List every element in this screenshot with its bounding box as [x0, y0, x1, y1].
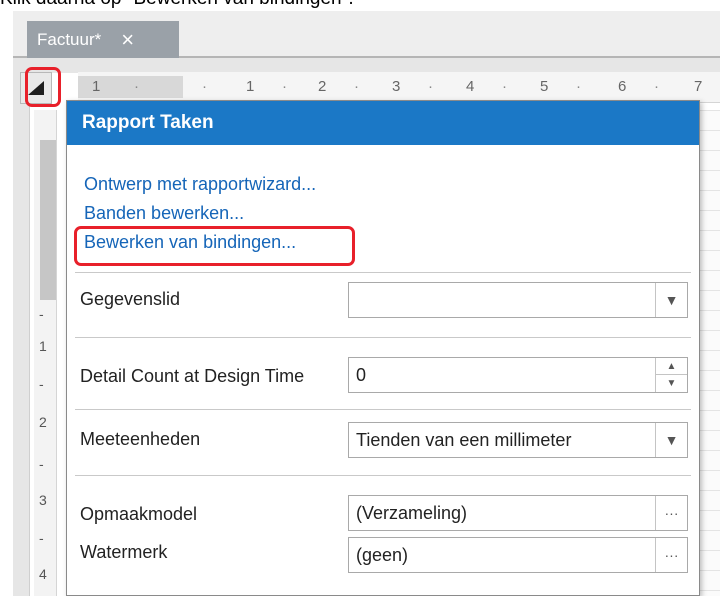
ellipsis-icon[interactable]: ···	[655, 538, 687, 572]
ruler-mark: 5	[540, 78, 549, 95]
ruler-mark: ·	[576, 78, 581, 95]
ruler-mark: 3	[39, 492, 47, 508]
ruler-mark: -	[39, 530, 44, 546]
divider	[75, 475, 691, 476]
vertical-ruler: - 1 - 2 - 3 - 4	[34, 110, 57, 596]
divider	[75, 272, 691, 273]
bindings-link-highlight	[74, 226, 355, 266]
data-member-dropdown[interactable]: ▼	[348, 282, 688, 318]
detail-count-label: Detail Count at Design Time	[80, 366, 305, 386]
ruler-mark: ·	[354, 78, 359, 95]
ruler-mark: 2	[39, 414, 47, 430]
ellipsis-icon[interactable]: ···	[655, 496, 687, 530]
document-tab-title: Factuur*	[37, 29, 102, 49]
units-value: Tienden van een millimeter	[356, 430, 572, 450]
chevron-down-icon[interactable]: ▼	[655, 423, 687, 457]
ruler-mark: 4	[466, 78, 475, 95]
ruler-mark: -	[39, 376, 44, 392]
style-sheet-field[interactable]: (Verzameling) ···	[348, 495, 688, 531]
chevron-down-icon[interactable]: ▼	[655, 283, 687, 317]
ruler-mark: 1	[246, 78, 255, 95]
spin-buttons: ▲ ▼	[655, 358, 687, 392]
ruler-mark: ·	[654, 78, 659, 95]
edit-bands-link[interactable]: Banden bewerken...	[84, 203, 244, 224]
ruler-mark: 7	[694, 78, 703, 95]
divider	[75, 409, 691, 410]
data-member-label: Gegevenslid	[80, 289, 181, 309]
ruler-mark: ·	[282, 78, 287, 95]
design-grid	[700, 110, 720, 596]
style-sheet-label: Opmaakmodel	[80, 504, 198, 524]
band-marker	[40, 140, 56, 300]
ruler-mark: 1	[39, 338, 47, 354]
units-dropdown[interactable]: Tienden van een millimeter ▼	[348, 422, 688, 458]
ruler-mark: 4	[39, 566, 47, 582]
document-tab[interactable]: Factuur* ×	[27, 21, 179, 58]
report-tasks-panel: Rapport Taken Ontwerp met rapportwizard.…	[66, 100, 700, 596]
watermark-label: Watermerk	[80, 542, 168, 562]
report-wizard-link[interactable]: Ontwerp met rapportwizard...	[84, 174, 316, 195]
ruler-mark: 1	[92, 78, 101, 95]
watermark-value: (geen)	[356, 545, 409, 565]
spin-up-icon[interactable]: ▲	[656, 358, 687, 375]
ruler-mark: 2	[318, 78, 327, 95]
document-tab-bar: Factuur* ×	[13, 11, 720, 58]
detail-count-stepper[interactable]: 0 ▲ ▼	[348, 357, 688, 393]
watermark-field[interactable]: (geen) ···	[348, 537, 688, 573]
ruler-mark: ·	[134, 78, 139, 95]
instruction-caption: Klik daarna op "Bewerken van bindingen".	[0, 0, 720, 10]
ruler-mark: 3	[392, 78, 401, 95]
ruler-mark: ·	[502, 78, 507, 95]
close-icon[interactable]: ×	[121, 28, 134, 51]
units-label: Meeteenheden	[80, 429, 201, 449]
style-sheet-value: (Verzameling)	[356, 503, 468, 523]
detail-count-value: 0	[356, 365, 367, 385]
ruler-mark: ·	[202, 78, 207, 95]
ruler-mark: ·	[428, 78, 433, 95]
divider	[75, 337, 691, 338]
ruler-mark: 6	[618, 78, 627, 95]
ruler-mark: -	[39, 456, 44, 472]
ruler-mark: -	[39, 306, 44, 322]
horizontal-ruler: 1 · · 1 · 2 · 3 · 4 · 5 · 6 · 7	[78, 72, 720, 103]
panel-title: Rapport Taken	[67, 101, 699, 145]
smart-tag-highlight	[25, 67, 61, 107]
spin-down-icon[interactable]: ▼	[656, 375, 687, 392]
